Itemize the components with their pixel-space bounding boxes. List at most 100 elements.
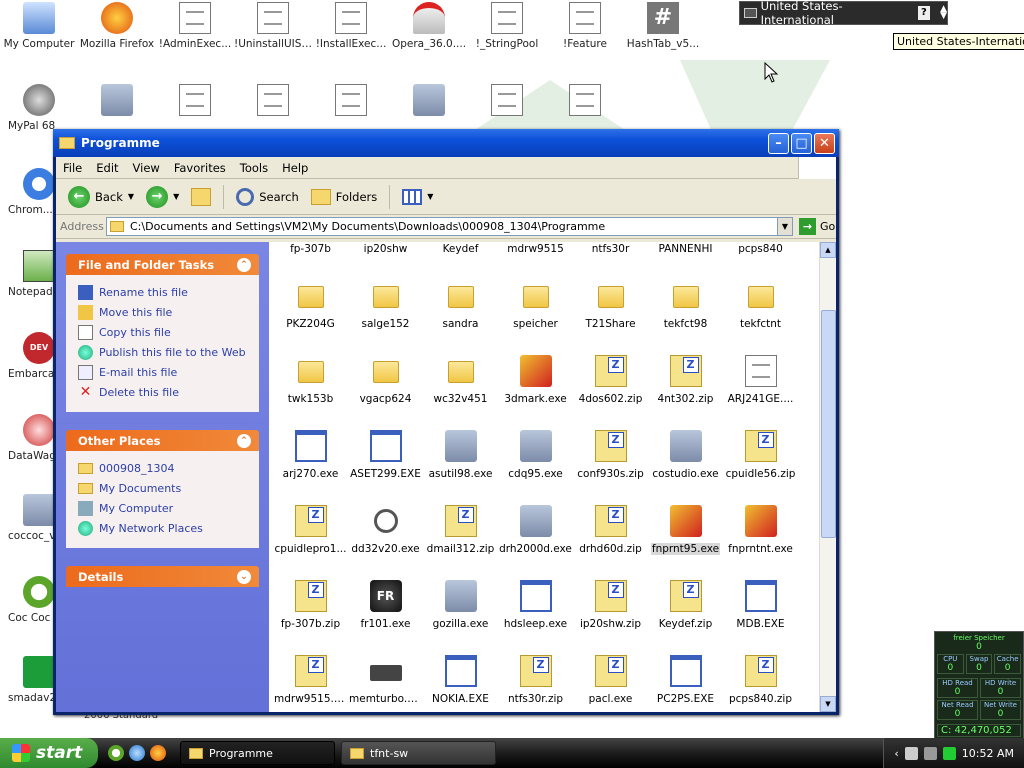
task-move[interactable]: Move this file bbox=[78, 302, 249, 322]
place-parent-folder[interactable]: 000908_1304 bbox=[78, 458, 249, 478]
place-my-network[interactable]: My Network Places bbox=[78, 518, 249, 538]
explorer-window[interactable]: Programme – □ ✕ File Edit View Favorites… bbox=[53, 129, 839, 715]
desktop-icon-hashtab[interactable]: # HashTab_v5... bbox=[624, 2, 702, 50]
desktop-icon-feature[interactable]: !Feature bbox=[546, 2, 624, 50]
file-item[interactable]: ntfs30r.zip bbox=[498, 655, 573, 705]
collapse-icon[interactable]: ⌃ bbox=[237, 257, 251, 272]
file-item[interactable]: ip20shw.zip bbox=[573, 580, 648, 630]
file-item[interactable]: 4dos602.zip bbox=[573, 355, 648, 405]
firefox-quick-icon[interactable] bbox=[150, 745, 166, 761]
up-button[interactable] bbox=[187, 186, 215, 208]
desktop-icon-opera[interactable]: Opera_36.0.... bbox=[390, 2, 468, 50]
desktop-icon-hidden[interactable] bbox=[546, 84, 624, 120]
file-item[interactable]: costudio.exe bbox=[648, 430, 723, 480]
taskbar-item-tfnt-sw[interactable]: tfnt-sw bbox=[341, 741, 496, 765]
clock[interactable]: 10:52 AM bbox=[962, 747, 1014, 760]
folders-button[interactable]: Folders bbox=[307, 187, 382, 207]
file-item[interactable]: cdq95.exe bbox=[498, 430, 573, 480]
help-icon[interactable]: ? bbox=[917, 6, 931, 20]
file-item[interactable]: dmail312.zip bbox=[423, 505, 498, 555]
file-list[interactable]: fp-307b ip20shw Keydef mdrw9515 ntfs30r PANNE… bbox=[269, 242, 836, 712]
options-arrow-icon[interactable]: ▲ ▼ bbox=[940, 5, 947, 21]
search-button[interactable]: Search bbox=[232, 186, 303, 208]
file-item[interactable]: FR fr101.exe bbox=[348, 580, 423, 630]
desktop-icon-stringpool[interactable]: !_StringPool bbox=[468, 2, 546, 50]
desktop-icon-hidden[interactable] bbox=[78, 84, 156, 120]
menu-edit[interactable]: Edit bbox=[89, 161, 125, 175]
close-button[interactable]: ✕ bbox=[814, 132, 835, 154]
file-item[interactable]: salge152 bbox=[348, 280, 423, 330]
file-item[interactable]: drh2000d.exe bbox=[498, 505, 573, 555]
menu-file[interactable]: File bbox=[56, 161, 89, 175]
scroll-down-button[interactable]: ▼ bbox=[820, 696, 836, 712]
minimize-button[interactable]: – bbox=[768, 132, 789, 154]
tray-smadav-icon[interactable] bbox=[942, 746, 956, 760]
go-button[interactable]: → Go bbox=[799, 218, 835, 235]
file-item[interactable]: speicher bbox=[498, 280, 573, 330]
address-input[interactable]: C:\Documents and Settings\VM2\My Documen… bbox=[106, 217, 778, 236]
file-item[interactable]: fnprntnt.exe bbox=[723, 505, 798, 555]
file-item[interactable]: ARJ241GE.... bbox=[723, 355, 798, 405]
desktop-icon-hidden[interactable] bbox=[390, 84, 468, 120]
address-dropdown-button[interactable]: ▼ bbox=[777, 217, 793, 236]
vertical-scrollbar[interactable]: ▲ ▼ bbox=[819, 242, 836, 712]
desktop-icon-hidden[interactable] bbox=[234, 84, 312, 120]
desktop-icon-hidden[interactable] bbox=[156, 84, 234, 120]
file-item[interactable]: PC2PS.EXE bbox=[648, 655, 723, 705]
file-item[interactable]: 3dmark.exe bbox=[498, 355, 573, 405]
file-item[interactable]: cpuidle56.zip bbox=[723, 430, 798, 480]
maximize-button[interactable]: □ bbox=[791, 132, 812, 154]
file-item[interactable]: pcps840.zip bbox=[723, 655, 798, 705]
details-header[interactable]: Details ⌄ bbox=[66, 566, 259, 587]
file-item[interactable]: sandra bbox=[423, 280, 498, 330]
tray-network-icon[interactable] bbox=[923, 746, 937, 760]
desktop-icon-my-computer[interactable]: My Computer bbox=[0, 2, 78, 50]
file-item[interactable]: NOKIA.EXE bbox=[423, 655, 498, 705]
file-item[interactable]: fp-307b bbox=[273, 242, 348, 255]
file-item[interactable]: 4nt302.zip bbox=[648, 355, 723, 405]
scroll-up-button[interactable]: ▲ bbox=[820, 242, 836, 258]
desktop-icon-adminexec[interactable]: !AdminExec... bbox=[156, 2, 234, 50]
file-folder-tasks-header[interactable]: File and Folder Tasks ⌃ bbox=[66, 254, 259, 275]
file-item[interactable]: conf930s.zip bbox=[573, 430, 648, 480]
menu-tools[interactable]: Tools bbox=[233, 161, 275, 175]
language-label[interactable]: United States-International bbox=[761, 0, 898, 27]
task-copy[interactable]: Copy this file bbox=[78, 322, 249, 342]
file-item[interactable]: MDB.EXE bbox=[723, 580, 798, 630]
task-publish[interactable]: Publish this file to the Web bbox=[78, 342, 249, 362]
collapse-icon[interactable]: ⌃ bbox=[237, 433, 251, 448]
desktop-icon-hidden[interactable] bbox=[468, 84, 546, 120]
start-button[interactable]: start bbox=[0, 738, 98, 768]
coccoc-quick-icon[interactable] bbox=[108, 745, 124, 761]
dropdown-arrow-icon[interactable]: ▼ bbox=[173, 192, 179, 201]
task-delete[interactable]: ✕ Delete this file bbox=[78, 382, 249, 402]
scroll-thumb[interactable] bbox=[821, 310, 836, 538]
back-button[interactable]: ← Back ▼ bbox=[64, 184, 138, 210]
menu-help[interactable]: Help bbox=[275, 161, 315, 175]
task-email[interactable]: E-mail this file bbox=[78, 362, 249, 382]
forward-button[interactable]: → ▼ bbox=[142, 184, 183, 210]
file-item[interactable]: dd32v20.exe bbox=[348, 505, 423, 555]
file-item[interactable]: mdrw9515 bbox=[498, 242, 573, 255]
file-item[interactable]: ip20shw bbox=[348, 242, 423, 255]
file-item[interactable]: Keydef.zip bbox=[648, 580, 723, 630]
file-item[interactable]: fp-307b.zip bbox=[273, 580, 348, 630]
file-item[interactable]: memturbo.exe bbox=[348, 655, 423, 705]
taskbar-item-programme[interactable]: Programme bbox=[180, 741, 335, 765]
language-bar[interactable]: United States-International ? ▲ ▼ bbox=[739, 0, 948, 27]
file-item[interactable]: pacl.exe bbox=[573, 655, 648, 705]
file-item[interactable]: arj270.exe bbox=[273, 430, 348, 480]
expand-icon[interactable]: ⌄ bbox=[237, 569, 251, 584]
file-item[interactable]: pcps840 bbox=[723, 242, 798, 255]
views-button[interactable]: ▼ bbox=[398, 187, 437, 207]
file-item[interactable]: Keydef bbox=[423, 242, 498, 255]
file-item[interactable]: asutil98.exe bbox=[423, 430, 498, 480]
ie-quick-icon[interactable] bbox=[129, 745, 145, 761]
file-item[interactable]: tekfct98 bbox=[648, 280, 723, 330]
file-item[interactable]: mdrw9515.zip bbox=[273, 655, 348, 705]
file-item[interactable]: drhd60d.zip bbox=[573, 505, 648, 555]
file-item[interactable]: cpuidlepro1... bbox=[273, 505, 348, 555]
file-item[interactable]: ASET299.EXE bbox=[348, 430, 423, 480]
file-item[interactable]: wc32v451 bbox=[423, 355, 498, 405]
file-item[interactable]: twk153b bbox=[273, 355, 348, 405]
